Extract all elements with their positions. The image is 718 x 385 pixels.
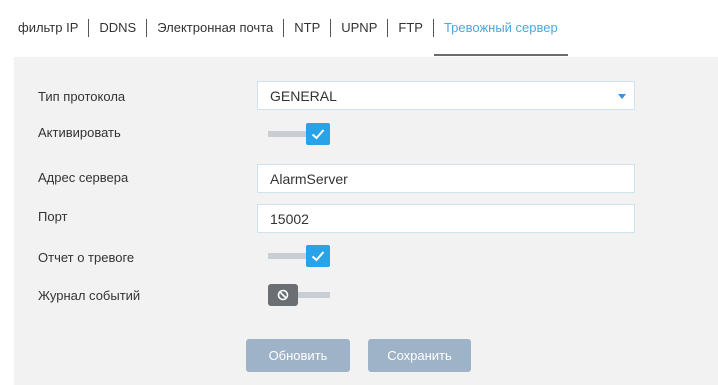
save-button[interactable]: Сохранить: [368, 339, 471, 372]
tab-upnp[interactable]: UPNP: [331, 0, 387, 56]
protocol-type-select[interactable]: GENERAL: [257, 81, 635, 110]
tab-row: фильтр IP DDNS Электронная почта NTP UPN…: [8, 0, 568, 56]
event-log-label: Журнал событий: [38, 288, 141, 303]
activate-toggle[interactable]: [268, 123, 330, 145]
protocol-type-label: Тип протокола: [38, 89, 126, 104]
checkmark-icon: [306, 245, 330, 267]
protocol-type-value: GENERAL: [270, 87, 337, 104]
tab-ntp[interactable]: NTP: [284, 0, 330, 56]
event-log-toggle[interactable]: [268, 284, 330, 306]
server-address-input[interactable]: AlarmServer: [257, 164, 635, 193]
checkmark-icon: [306, 123, 330, 145]
server-address-value: AlarmServer: [270, 170, 348, 187]
activate-label: Активировать: [38, 125, 121, 140]
tab-alarm-server[interactable]: Тревожный сервер: [433, 0, 568, 56]
alarm-report-toggle[interactable]: [268, 245, 330, 267]
tab-bar: фильтр IP DDNS Электронная почта NTP UPN…: [0, 0, 718, 56]
tab-ddns[interactable]: DDNS: [89, 0, 146, 56]
port-label: Порт: [38, 209, 68, 224]
refresh-button[interactable]: Обновить: [246, 339, 350, 372]
port-input[interactable]: 15002: [257, 204, 635, 233]
tab-ip-filter[interactable]: фильтр IP: [8, 0, 88, 56]
disabled-icon: [268, 284, 298, 306]
tab-email[interactable]: Электронная почта: [147, 0, 283, 56]
server-address-label: Адрес сервера: [38, 170, 129, 185]
chevron-down-icon: [618, 94, 626, 99]
tab-ftp[interactable]: FTP: [388, 0, 433, 56]
alarm-report-label: Отчет о тревоге: [38, 250, 135, 265]
port-value: 15002: [270, 210, 309, 227]
